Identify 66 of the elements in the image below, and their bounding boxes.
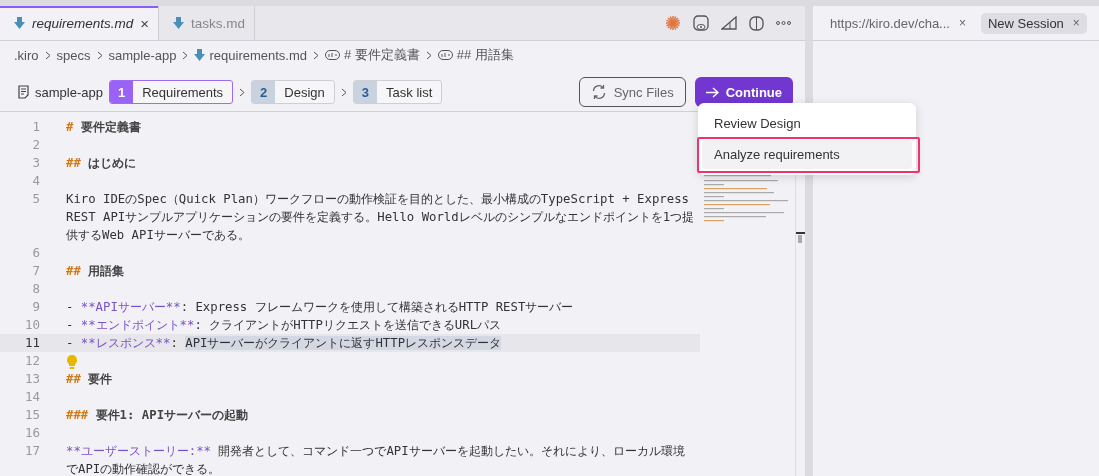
line-number: 11 xyxy=(23,334,40,352)
line-number: 2 xyxy=(31,136,40,154)
chevron-icon xyxy=(239,88,246,97)
refresh-icon xyxy=(590,84,607,100)
step-tab[interactable]: 3 Task list xyxy=(352,80,443,104)
arrow-down-icon xyxy=(14,17,25,29)
editor-tab[interactable]: requirements.md × xyxy=(0,6,160,40)
symbol-icon xyxy=(325,50,340,60)
asterisk-icon[interactable] xyxy=(665,15,681,31)
code-line: - **エンドポイント**: クライアントがHTTPリクエストを送信できるURLパス xyxy=(66,317,503,334)
code-line: # 要件定義書 xyxy=(66,119,142,136)
arrow-down-icon xyxy=(173,17,185,29)
chevron-icon xyxy=(96,50,103,60)
line-number: 6 xyxy=(31,244,40,262)
spec-name: sample-app xyxy=(35,84,103,100)
breadcrumb-item[interactable]: # 要件定義書 xyxy=(344,46,420,64)
line-number: 9 xyxy=(31,298,40,316)
breadcrumb-item[interactable]: sample-app xyxy=(108,47,177,63)
code-line: ## 用語集 xyxy=(66,263,126,280)
chevron-icon xyxy=(340,88,347,97)
chevron-icon xyxy=(313,50,319,60)
line-number: 3 xyxy=(31,154,40,172)
code-line: - **レスポンス**: APIサーバーがクライアントに返すHTTPレスポンスデータ xyxy=(66,335,503,352)
breadcrumb-item[interactable]: specs xyxy=(56,47,91,63)
chevron-icon xyxy=(44,50,51,60)
more-icon[interactable] xyxy=(776,21,791,25)
code-line: **ユーザーストーリー:** 開発者として、コマンド一つでAPIサーバーを起動したい。それにより、ローカル環境でAPIの動作確認ができる。 xyxy=(66,443,686,476)
arrow-right-icon xyxy=(705,86,719,98)
code-line: Kiro IDEのSpec（Quick Plan）ワークフローの動作検証を目的とした、最小構成のTypeScript + Express REST APIサンプルアプリケーションの要件を定義する。Hello Worldレベルのシンプルなエンドポイントを1つ提供するWeb APIサーバーである。 xyxy=(66,191,696,244)
step-tab[interactable]: 1 Requirements xyxy=(108,80,234,104)
close-icon[interactable]: × xyxy=(140,14,150,32)
menu-item[interactable]: Review Design xyxy=(702,109,912,138)
arrow-down-icon xyxy=(194,49,206,61)
line-number: 17 xyxy=(23,442,40,460)
code-line: ## 要件 xyxy=(66,371,114,388)
line-number: 7 xyxy=(31,262,40,280)
scrollbar-marker xyxy=(795,232,805,244)
split-view-icon[interactable] xyxy=(749,15,764,31)
session-tab[interactable]: New Session × xyxy=(980,12,1087,34)
sync-files-button[interactable]: Sync Files xyxy=(578,77,686,107)
ruler-icon[interactable] xyxy=(721,16,737,30)
line-number: 4 xyxy=(31,172,40,190)
breadcrumb-item[interactable]: requirements.md xyxy=(209,47,307,63)
line-number: 16 xyxy=(23,424,40,442)
line-number: 14 xyxy=(23,388,40,406)
eye-icon[interactable] xyxy=(693,14,709,32)
chevron-icon xyxy=(182,50,189,60)
code-line: - **APIサーバー**: Express フレームワークを使用して構築されるHTTP RESTサーバー xyxy=(66,299,575,316)
line-number: 1 xyxy=(31,118,40,136)
breadcrumb-item[interactable]: ## 用語集 xyxy=(456,46,514,64)
breadcrumb-item[interactable]: .kiro xyxy=(14,47,39,63)
line-number: 8 xyxy=(31,280,40,298)
line-number: 13 xyxy=(23,370,40,388)
code-line: ## はじめに xyxy=(66,155,138,172)
chevron-icon xyxy=(425,50,432,60)
line-number: 10 xyxy=(23,316,40,334)
line-number: 12 xyxy=(23,352,40,370)
close-icon[interactable]: × xyxy=(1072,16,1080,30)
session-tab[interactable]: https://kiro.dev/cha... × xyxy=(823,12,973,34)
line-number: 15 xyxy=(23,406,40,424)
document-icon xyxy=(18,85,29,99)
code-line: ### 要件1: APIサーバーの起動 xyxy=(66,407,250,424)
symbol-icon xyxy=(437,50,453,60)
line-number: 5 xyxy=(31,190,40,208)
step-tab[interactable]: 2 Design xyxy=(251,80,335,104)
close-icon[interactable]: × xyxy=(958,16,966,30)
